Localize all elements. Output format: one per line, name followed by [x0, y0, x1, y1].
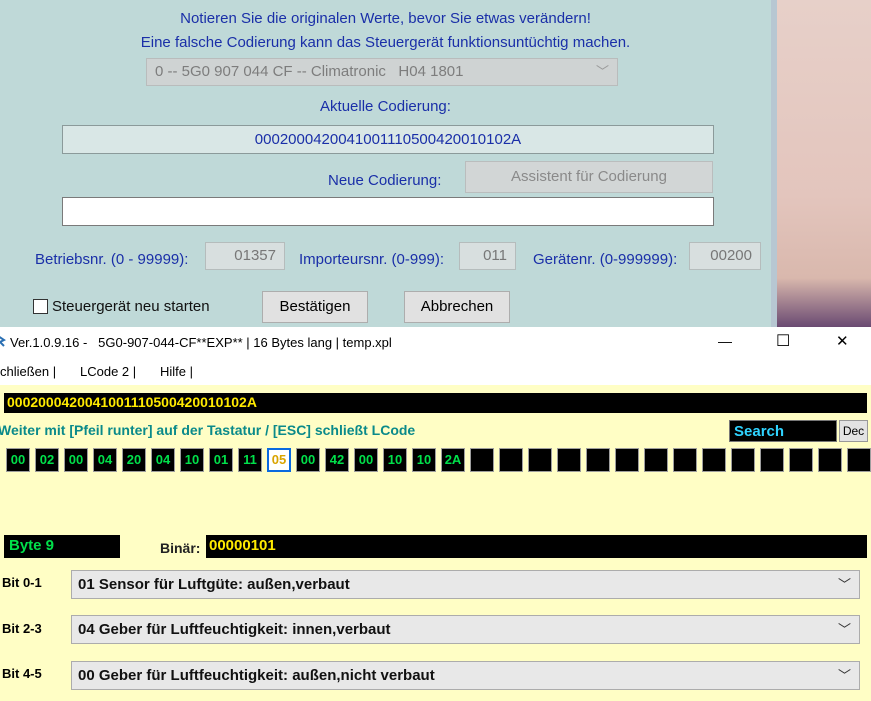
byte-cell[interactable]: 02	[35, 448, 59, 472]
byte-cell[interactable]: 10	[412, 448, 436, 472]
byte-cell[interactable]: 00	[64, 448, 88, 472]
app-icon	[0, 334, 6, 347]
dec-button[interactable]: Dec	[839, 420, 868, 442]
byte-cell[interactable]	[615, 448, 639, 472]
chevron-down-icon: ﹀	[837, 622, 851, 637]
bit-4-5-select[interactable]: 00 Geber für Luftfeuchtigkeit: außen,nic…	[71, 661, 860, 690]
importeursnr-label: Importeursnr. (0-999):	[299, 251, 445, 268]
byte-cell[interactable]	[499, 448, 523, 472]
byte-cell[interactable]: 42	[325, 448, 349, 472]
byte-row: 00 02 00 04 20 04 10 01 11 05 00 42 00 10 10 2A	[6, 448, 871, 472]
window-border	[771, 0, 777, 327]
byte-cell[interactable]	[557, 448, 581, 472]
maximize-icon[interactable]: ☐	[776, 331, 790, 351]
assistant-coding-button[interactable]: Assistent für Codierung	[465, 161, 713, 193]
byte-cell[interactable]	[702, 448, 726, 472]
byte-cell[interactable]	[528, 448, 552, 472]
byte-cell[interactable]: 00	[354, 448, 378, 472]
byte-cell[interactable]: 04	[93, 448, 117, 472]
byte-indicator: Byte 9	[4, 535, 120, 558]
navigation-hint: Weiter mit [Pfeil runter] auf der Tastat…	[0, 422, 416, 438]
byte-cell[interactable]	[673, 448, 697, 472]
byte-cell[interactable]	[470, 448, 494, 472]
search-input[interactable]: Search	[729, 420, 837, 442]
chevron-down-icon: ﹀	[595, 64, 609, 79]
restart-checkbox[interactable]	[33, 299, 48, 314]
byte-cell[interactable]	[789, 448, 813, 472]
byte-cell[interactable]: 2A	[441, 448, 465, 472]
window-title: Ver.1.0.9.16 - 5G0-907-044-CF**EXP** | 1…	[10, 335, 392, 350]
bit-2-3-label: Bit 2-3	[2, 621, 42, 636]
module-select: 0 -- 5G0 907 044 CF -- Climatronic H04 1…	[146, 58, 618, 86]
bit-4-5-value: 00 Geber für Luftfeuchtigkeit: außen,nic…	[78, 667, 435, 684]
byte-cell[interactable]	[760, 448, 784, 472]
byte-cell[interactable]	[586, 448, 610, 472]
bit-0-1-label: Bit 0-1	[2, 575, 42, 590]
bit-4-5-label: Bit 4-5	[2, 666, 42, 681]
menu-item-lcode2[interactable]: LCode 2 |	[80, 364, 136, 379]
minimize-icon[interactable]: —	[718, 333, 732, 349]
byte-cell[interactable]: 10	[180, 448, 204, 472]
byte-label: Byte 9	[9, 537, 55, 554]
menu-item-close[interactable]: chließen |	[0, 364, 56, 379]
byte-cell[interactable]	[731, 448, 755, 472]
bit-0-1-select[interactable]: 01 Sensor für Luftgüte: außen,verbaut ﹀	[71, 570, 860, 599]
new-coding-input[interactable]	[62, 197, 714, 226]
restart-checkbox-label: Steuergerät neu starten	[52, 298, 210, 315]
confirm-button[interactable]: Bestätigen	[262, 291, 368, 323]
byte-cell[interactable]	[818, 448, 842, 472]
binary-label: Binär:	[160, 540, 201, 556]
byte-cell[interactable]: 05	[267, 448, 291, 472]
byte-cell[interactable]: 00	[6, 448, 30, 472]
menu-item-help[interactable]: Hilfe |	[160, 364, 193, 379]
binary-field[interactable]: 00000101	[206, 535, 867, 558]
background-photo	[771, 0, 871, 327]
betriebsnr-input[interactable]: 01357	[205, 242, 285, 270]
warning-line-2: Eine falsche Codierung kann das Steuerge…	[140, 34, 631, 51]
byte-cell[interactable]: 11	[238, 448, 262, 472]
close-icon[interactable]: ✕	[836, 332, 849, 350]
search-label: Search	[734, 423, 785, 440]
chevron-down-icon: ﹀	[837, 668, 851, 683]
byte-cell[interactable]	[847, 448, 871, 472]
betriebsnr-label: Betriebsnr. (0 - 99999):	[35, 251, 189, 268]
byte-cell[interactable]: 10	[383, 448, 407, 472]
coding-dialog: Notieren Sie die originalen Werte, bevor…	[0, 0, 771, 327]
warning-line-1: Notieren Sie die originalen Werte, bevor…	[180, 10, 591, 27]
current-coding-field: 0002000420041001110500420010102A	[62, 125, 714, 154]
geraetenr-input[interactable]: 00200	[689, 242, 761, 270]
module-select-value: 0 -- 5G0 907 044 CF -- Climatronic H04 1…	[155, 63, 464, 80]
menu-bar: chließen | LCode 2 | Hilfe |	[0, 358, 871, 385]
bit-2-3-select[interactable]: 04 Geber für Luftfeuchtigkeit: innen,ver…	[71, 615, 860, 644]
byte-cell[interactable]: 20	[122, 448, 146, 472]
geraetenr-label: Gerätenr. (0-999999):	[533, 251, 678, 268]
bit-0-1-value: 01 Sensor für Luftgüte: außen,verbaut	[78, 576, 350, 593]
title-bar: Ver.1.0.9.16 - 5G0-907-044-CF**EXP** | 1…	[0, 327, 871, 358]
new-coding-label: Neue Codierung:	[328, 172, 442, 189]
current-coding-label: Aktuelle Codierung:	[320, 98, 451, 115]
bit-2-3-value: 04 Geber für Luftfeuchtigkeit: innen,ver…	[78, 621, 391, 638]
byte-cell[interactable]: 00	[296, 448, 320, 472]
byte-cell[interactable]: 04	[151, 448, 175, 472]
importeursnr-input[interactable]: 011	[459, 242, 516, 270]
cancel-button[interactable]: Abbrechen	[404, 291, 510, 323]
byte-cell[interactable]	[644, 448, 668, 472]
binary-value: 00000101	[209, 537, 276, 554]
chevron-down-icon: ﹀	[837, 577, 851, 592]
lcode-window: Ver.1.0.9.16 - 5G0-907-044-CF**EXP** | 1…	[0, 327, 871, 701]
byte-cell[interactable]: 01	[209, 448, 233, 472]
coding-string: 0002000420041001110500420010102A	[7, 394, 257, 410]
coding-string-bar[interactable]: 0002000420041001110500420010102A	[4, 393, 867, 413]
